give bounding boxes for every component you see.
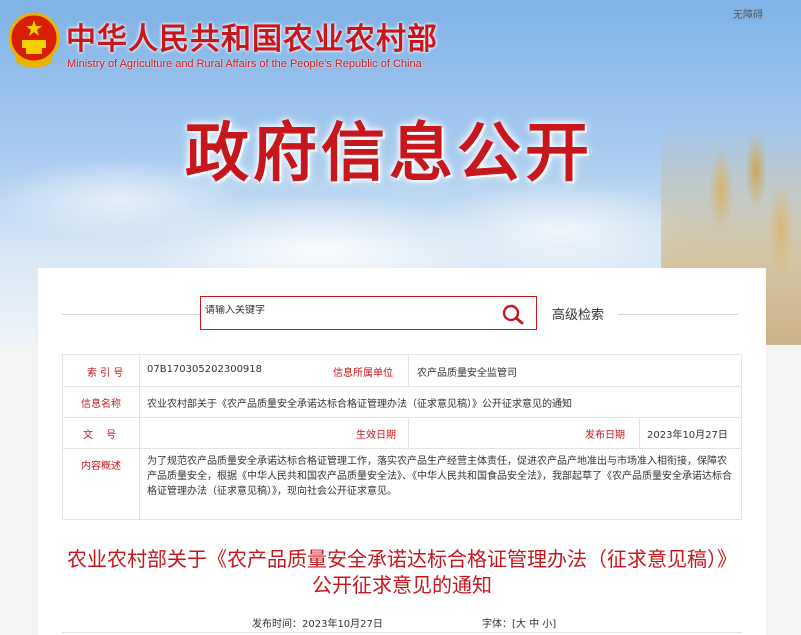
summary-value: 为了规范农产品质量安全承诺达标合格证管理工作，落实农产品生产经营主体责任，促进农… (147, 456, 732, 497)
table-row: 信息名称 农业农村部关于《农产品质量安全承诺达标合格证管理办法（征求意见稿）》公… (63, 386, 741, 418)
publish-date: 2023年10月27日 (302, 619, 383, 630)
search-input[interactable] (205, 305, 485, 316)
unit-label: 信息所属单位 (333, 368, 393, 379)
site-subtitle: Ministry of Agriculture and Rural Affair… (67, 58, 422, 70)
national-emblem-icon (8, 12, 60, 68)
index-value: 07B170305202300918 (147, 364, 263, 375)
name-label: 信息名称 (81, 399, 121, 410)
release-label: 发布日期 (585, 430, 625, 441)
effective-label: 生效日期 (356, 430, 396, 441)
hero-title: 政府信息公开 (185, 117, 593, 191)
divider (139, 386, 140, 417)
search-divider-left (62, 314, 200, 315)
table-row: 文 号 生效日期 发布日期 2023年10月27日 (63, 417, 741, 449)
unit-value: 农产品质量安全监管司 (417, 368, 517, 379)
divider (139, 355, 140, 386)
docno-label: 文 号 (83, 430, 117, 441)
name-value: 农业农村部关于《农产品质量安全承诺达标合格证管理办法（征求意见稿）》公开征求意见… (147, 399, 572, 410)
search-icon[interactable] (501, 303, 525, 325)
table-row: 内容概述 为了规范农产品质量安全承诺达标合格证管理工作，落实农产品生产经营主体责… (63, 448, 741, 519)
metadata-table: 索 引 号 07B170305202300918 信息所属单位 农产品质量安全监… (62, 354, 742, 520)
publish-label: 发布时间： (252, 619, 302, 630)
divider (639, 417, 640, 448)
font-label: 字体： (482, 619, 512, 630)
font-small-option[interactable]: 小] (542, 619, 556, 630)
summary-label: 内容概述 (81, 461, 121, 472)
divider (139, 417, 140, 448)
advanced-search-link[interactable]: 高级检索 (552, 304, 604, 323)
table-row: 索 引 号 07B170305202300918 信息所属单位 农产品质量安全监… (63, 355, 741, 387)
font-size-selector: 字体：[大 中 小] (482, 615, 556, 630)
divider (408, 417, 409, 448)
search-box (200, 296, 537, 330)
divider (139, 448, 140, 519)
font-large-option[interactable]: [大 (512, 619, 526, 630)
article-meta: 发布时间：2023年10月27日 字体：[大 中 小] (62, 612, 742, 633)
index-label: 索 引 号 (87, 368, 124, 379)
divider (408, 355, 409, 386)
search-divider-right (618, 314, 738, 315)
publish-info: 发布时间：2023年10月27日 (252, 615, 383, 630)
accessibility-link[interactable]: 无障碍 (733, 6, 763, 21)
font-medium-option[interactable]: 中 (529, 619, 539, 630)
release-value: 2023年10月27日 (647, 430, 728, 441)
site-title[interactable]: 中华人民共和国农业农村部 (66, 14, 438, 58)
article-title: 农业农村部关于《农产品质量安全承诺达标合格证管理办法（征求意见稿）》公开征求意见… (67, 547, 737, 597)
